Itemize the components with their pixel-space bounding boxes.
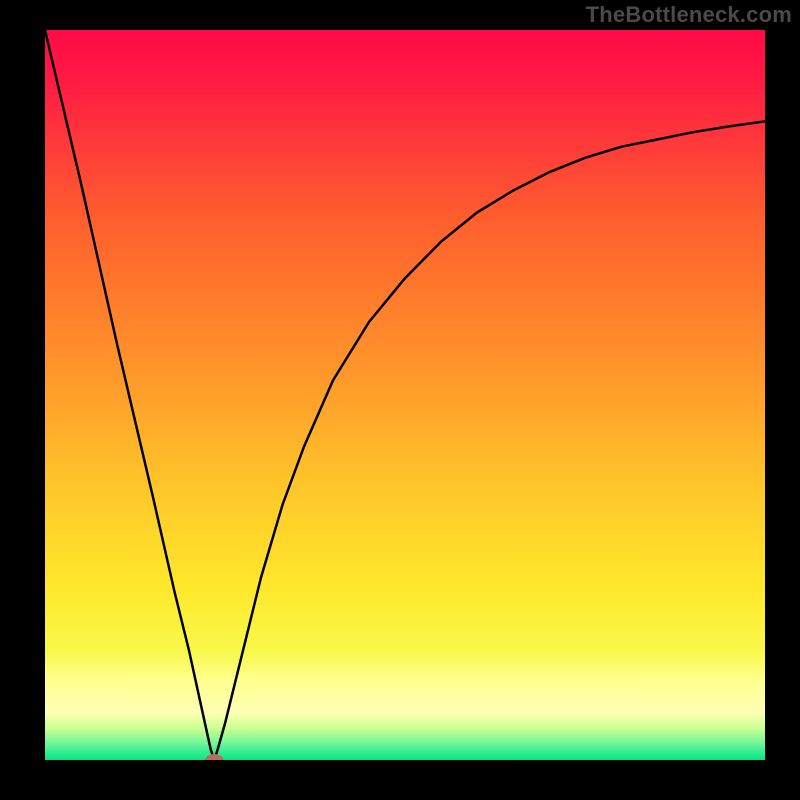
bg-band-main: [45, 30, 765, 650]
chart-plot-area: [45, 30, 765, 760]
watermark-text: TheBottleneck.com: [586, 2, 792, 28]
chart-frame: TheBottleneck.com: [0, 0, 800, 800]
bg-band-green: [45, 712, 765, 760]
chart-svg: [45, 30, 765, 760]
bg-band-pale: [45, 650, 765, 712]
